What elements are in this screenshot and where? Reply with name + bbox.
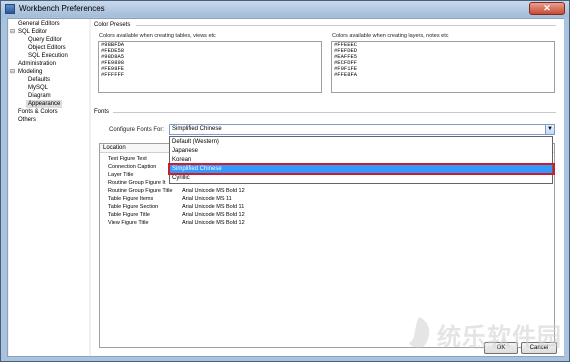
section-divider (136, 25, 556, 26)
collapse-toggle-icon[interactable]: ⊟ (10, 68, 15, 76)
dropdown-option[interactable]: Default (Western) (170, 138, 552, 147)
font-row-value[interactable]: Arial Unicode MS 11 (182, 196, 232, 202)
color-entry: #FFE8FA (334, 71, 358, 78)
layers-colors-list[interactable]: #FFEEEC #FEFDED #EAFFE5 #ECFDFF #F0F1FE … (331, 41, 555, 93)
close-button[interactable]: ✕ (529, 2, 565, 15)
tree-item-fonts-colors[interactable]: Fonts & Colors (18, 108, 58, 116)
workbench-app-icon (5, 4, 15, 14)
tree-item-general-editors[interactable]: General Editors (18, 20, 60, 28)
tree-item-appearance[interactable]: Appearance (26, 100, 63, 108)
title-bar[interactable]: Workbench Preferences ✕ (1, 1, 569, 17)
font-row-label[interactable]: Connection Caption (108, 164, 156, 170)
tables-colors-list[interactable]: #98BFDA #FEDE58 #98D8A5 #FE9898 #FE98FE … (98, 41, 322, 93)
dropdown-option[interactable]: Japanese (170, 147, 552, 156)
tree-item-defaults[interactable]: Defaults (28, 76, 50, 84)
tables-colors-label: Colors available when creating tables, v… (99, 33, 216, 39)
configure-fonts-dropdown[interactable]: Default (Western) Japanese Korean Simpli… (169, 136, 553, 184)
section-divider (113, 112, 556, 113)
preferences-tree: General Editors ⊟ SQL Editor Query Edito… (9, 19, 89, 356)
font-row-value[interactable]: Arial Unicode MS Bold 12 (182, 188, 245, 194)
font-row-value[interactable]: Arial Unicode MS Bold 12 (182, 212, 245, 218)
tree-item-administration[interactable]: Administration (18, 60, 56, 68)
tree-item-modeling[interactable]: Modeling (18, 68, 42, 76)
font-row-label[interactable]: Table Figure Title (108, 212, 150, 218)
dialog-body: General Editors ⊟ SQL Editor Query Edito… (7, 18, 564, 357)
font-row-label[interactable]: Routine Group Figure Title (108, 188, 173, 194)
tree-item-query-editor[interactable]: Query Editor (28, 36, 62, 44)
watermark-logo-icon (409, 317, 430, 348)
watermark-url: www.k8L6.com (473, 345, 514, 351)
window-title: Workbench Preferences (19, 4, 105, 13)
watermark: 统乐软件园 www.k8L6.com (403, 315, 563, 355)
color-presets-title: Color Presets (94, 22, 131, 28)
tree-item-sql-editor[interactable]: SQL Editor (18, 28, 47, 36)
font-row-label[interactable]: Table Figure Items (108, 196, 153, 202)
font-row-label[interactable]: Layer Title (108, 172, 133, 178)
chevron-down-icon[interactable]: ▼ (545, 125, 554, 134)
main-panel: Color Presets Colors available when crea… (91, 19, 564, 356)
fonts-section-title: Fonts (94, 109, 110, 115)
layers-colors-label: Colors available when creating layers, n… (332, 33, 449, 39)
font-row-label[interactable]: View Figure Title (108, 220, 149, 226)
configure-fonts-select[interactable]: Simplified Chinese ▼ (169, 124, 555, 135)
tree-item-object-editors[interactable]: Object Editors (28, 44, 66, 52)
tree-item-others[interactable]: Others (18, 116, 36, 124)
preferences-window: Workbench Preferences ✕ General Editors … (0, 0, 570, 362)
font-row-label[interactable]: Text Figure Text (108, 156, 147, 162)
highlight-outline (168, 163, 555, 175)
tree-item-sql-execution[interactable]: SQL Execution (28, 52, 68, 60)
color-entry: #FFFFFF (101, 71, 125, 78)
location-column-header[interactable]: Location (103, 145, 126, 151)
collapse-toggle-icon[interactable]: ⊟ (10, 28, 15, 36)
font-row-value[interactable]: Arial Unicode MS Bold 11 (182, 204, 244, 210)
tree-item-diagram[interactable]: Diagram (28, 92, 51, 100)
configure-fonts-value: Simplified Chinese (172, 126, 222, 132)
configure-fonts-label: Configure Fonts For: (109, 127, 165, 133)
font-row-label[interactable]: Table Figure Section (108, 204, 158, 210)
tree-item-mysql[interactable]: MySQL (28, 84, 48, 92)
font-row-value[interactable]: Arial Unicode MS Bold 12 (182, 220, 245, 226)
font-row-label[interactable]: Routine Group Figure It (108, 180, 165, 186)
dropdown-option[interactable]: Cyrillic (170, 174, 552, 183)
